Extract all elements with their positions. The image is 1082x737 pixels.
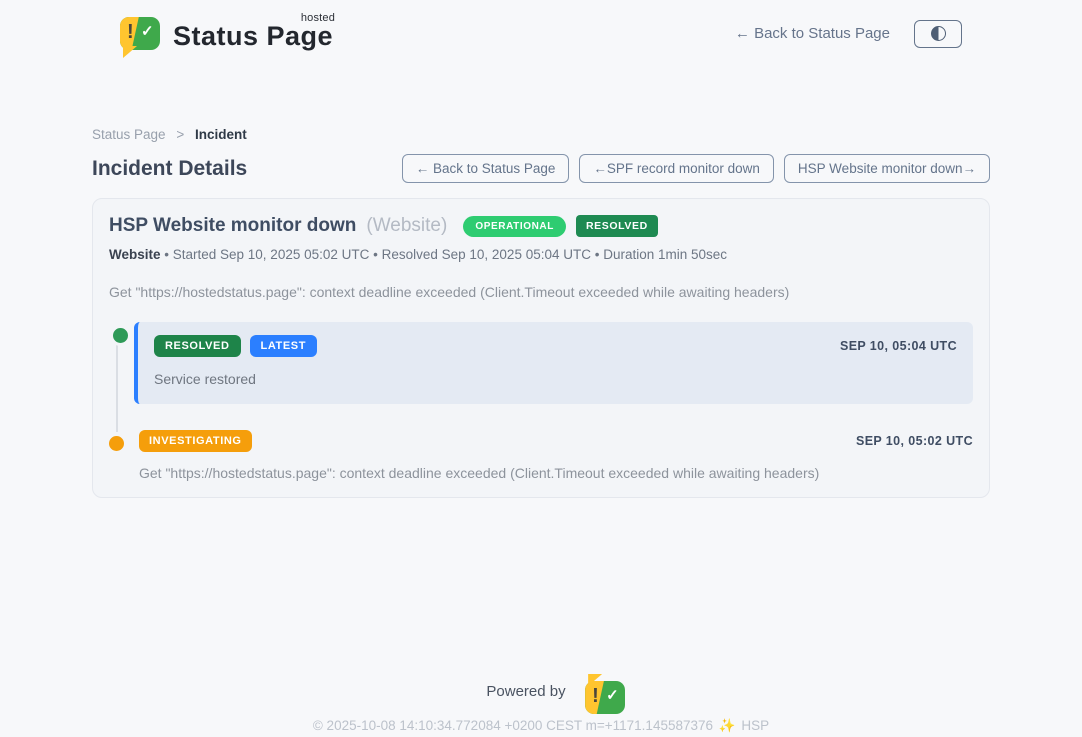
timeline-entry-header: INVESTIGATING SEP 10, 05:02 UTC [139,430,973,452]
checkmark-icon: ✓ [141,22,154,40]
back-to-status-page-button[interactable]: ← Back to Status Page [402,154,570,183]
breadcrumb-separator: > [176,127,184,142]
timeline-entry-resolved: RESOLVED LATEST SEP 10, 05:04 UTC Servic… [134,322,973,404]
main-content: Status Page > Incident Incident Details … [92,127,990,498]
timeline-badges: INVESTIGATING [139,430,252,452]
contrast-icon [931,26,946,41]
investigating-badge: INVESTIGATING [139,430,252,452]
brand-logo[interactable]: ! ✓ Status Page hosted [120,14,333,53]
incident-title: HSP Website monitor down [109,215,356,237]
prev-incident-button[interactable]: ←SPF record monitor down [579,154,774,183]
timeline-connector-line [116,334,118,432]
exclamation-icon: ! [127,21,134,44]
footer: Powered by ! ✓ © 2025-10-08 14:10:34.772… [0,681,1082,734]
next-incident-button[interactable]: HSP Website monitor down→ [784,154,990,183]
incident-nav-buttons: ← Back to Status Page ←SPF record monito… [402,154,990,183]
timeline-timestamp: SEP 10, 05:02 UTC [856,434,973,448]
page-title: Incident Details [92,157,247,181]
header-actions: ← Back to Status Page [735,20,962,48]
breadcrumb-incident: Incident [195,127,247,142]
breadcrumb-status-page[interactable]: Status Page [92,127,166,142]
logo-bubble-tail [123,46,137,58]
status-page-logo-icon: ! ✓ [120,17,160,53]
brand-name: Status Page hosted [173,23,333,50]
resolved-badge: RESOLVED [154,335,241,357]
incident-component: (Website) [366,215,447,237]
incident-meta: Website • Started Sep 10, 2025 05:02 UTC… [109,247,973,262]
breadcrumb: Status Page > Incident [92,127,990,142]
footer-logo-icon: ! ✓ [575,681,596,701]
copyright-line: © 2025-10-08 14:10:34.772084 +0200 CEST … [0,718,1082,734]
copyright-suffix: HSP [741,718,769,733]
timeline-entry-header: RESOLVED LATEST SEP 10, 05:04 UTC [154,335,957,357]
powered-by-label: Powered by [486,683,565,700]
copyright-text: © 2025-10-08 14:10:34.772084 +0200 CEST … [313,718,713,733]
timeline-entry-investigating: INVESTIGATING SEP 10, 05:02 UTC Get "htt… [134,430,973,481]
timeline-message: Get "https://hostedstatus.page": context… [139,465,973,481]
latest-badge: LATEST [250,335,318,357]
timeline-dot-resolved [113,328,128,343]
timeline-message: Service restored [154,371,957,387]
theme-toggle-button[interactable] [914,20,962,48]
timeline-dot-investigating [109,436,124,451]
title-row: Incident Details ← Back to Status Page ←… [92,154,990,183]
header-back-link[interactable]: ← Back to Status Page [735,25,890,42]
incident-timeline: RESOLVED LATEST SEP 10, 05:04 UTC Servic… [109,322,973,481]
resolved-status-badge: RESOLVED [576,215,658,237]
logo-bubble [120,17,160,50]
powered-by[interactable]: Powered by ! ✓ [486,681,595,701]
sparkles-icon: ✨ [719,718,736,733]
header: ! ✓ Status Page hosted ← Back to Status … [120,0,962,53]
operational-status-badge: OPERATIONAL [463,216,566,237]
incident-meta-times: • Started Sep 10, 2025 05:02 UTC • Resol… [161,247,728,262]
timeline-timestamp: SEP 10, 05:04 UTC [840,339,957,353]
brand-hosted-tag: hosted [301,13,335,24]
incident-title-row: HSP Website monitor down (Website) OPERA… [109,215,973,237]
incident-card: HSP Website monitor down (Website) OPERA… [92,198,990,498]
incident-meta-component: Website [109,247,161,262]
timeline-badges: RESOLVED LATEST [154,335,317,357]
incident-description: Get "https://hostedstatus.page": context… [109,284,973,300]
